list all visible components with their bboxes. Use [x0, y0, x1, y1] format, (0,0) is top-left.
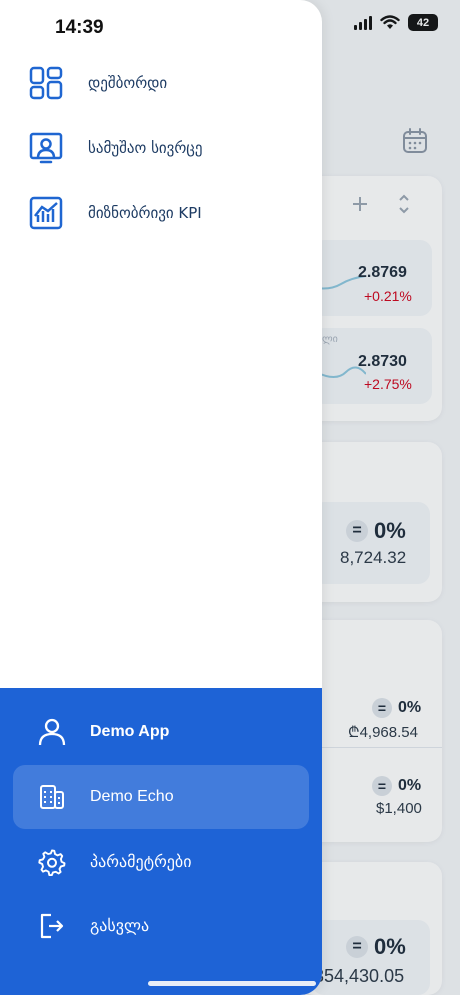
settings-label: პარამეტრები — [90, 854, 192, 871]
menu-item-label: დეშბორდი — [88, 74, 168, 92]
user-icon — [37, 717, 67, 747]
building-icon — [37, 782, 67, 812]
menu-item-dashboard[interactable]: დეშბორდი — [28, 63, 167, 103]
user-name: Demo App — [90, 723, 170, 740]
logout-icon — [37, 911, 67, 941]
account-panel: Demo App Demo Echo პარამეტრები გასვლა — [0, 688, 322, 995]
workspace-presentation-icon — [28, 130, 64, 166]
company-item[interactable]: Demo Echo — [13, 765, 309, 829]
logout-item[interactable]: გასვლა — [13, 894, 309, 958]
dashboard-grid-icon — [28, 65, 64, 101]
logout-label: გასვლა — [90, 918, 150, 935]
profile-user-item[interactable]: Demo App — [13, 700, 309, 764]
menu-item-workspace[interactable]: სამუშაო სივრცე — [28, 128, 203, 168]
menu-item-kpi[interactable]: მიზნობრივი KPI — [28, 193, 202, 233]
menu-item-label: სამუშაო სივრცე — [88, 139, 203, 157]
company-name: Demo Echo — [90, 788, 174, 805]
navigation-drawer: 14:39 დეშბორდი სამუშაო სივრცე მიზნობრივი… — [0, 0, 322, 995]
settings-item[interactable]: პარამეტრები — [13, 830, 309, 894]
menu-item-label: მიზნობრივი KPI — [88, 204, 202, 222]
gear-icon — [37, 847, 67, 877]
status-time: 14:39 — [55, 17, 104, 38]
home-indicator — [148, 981, 316, 986]
kpi-chart-icon — [28, 195, 64, 231]
